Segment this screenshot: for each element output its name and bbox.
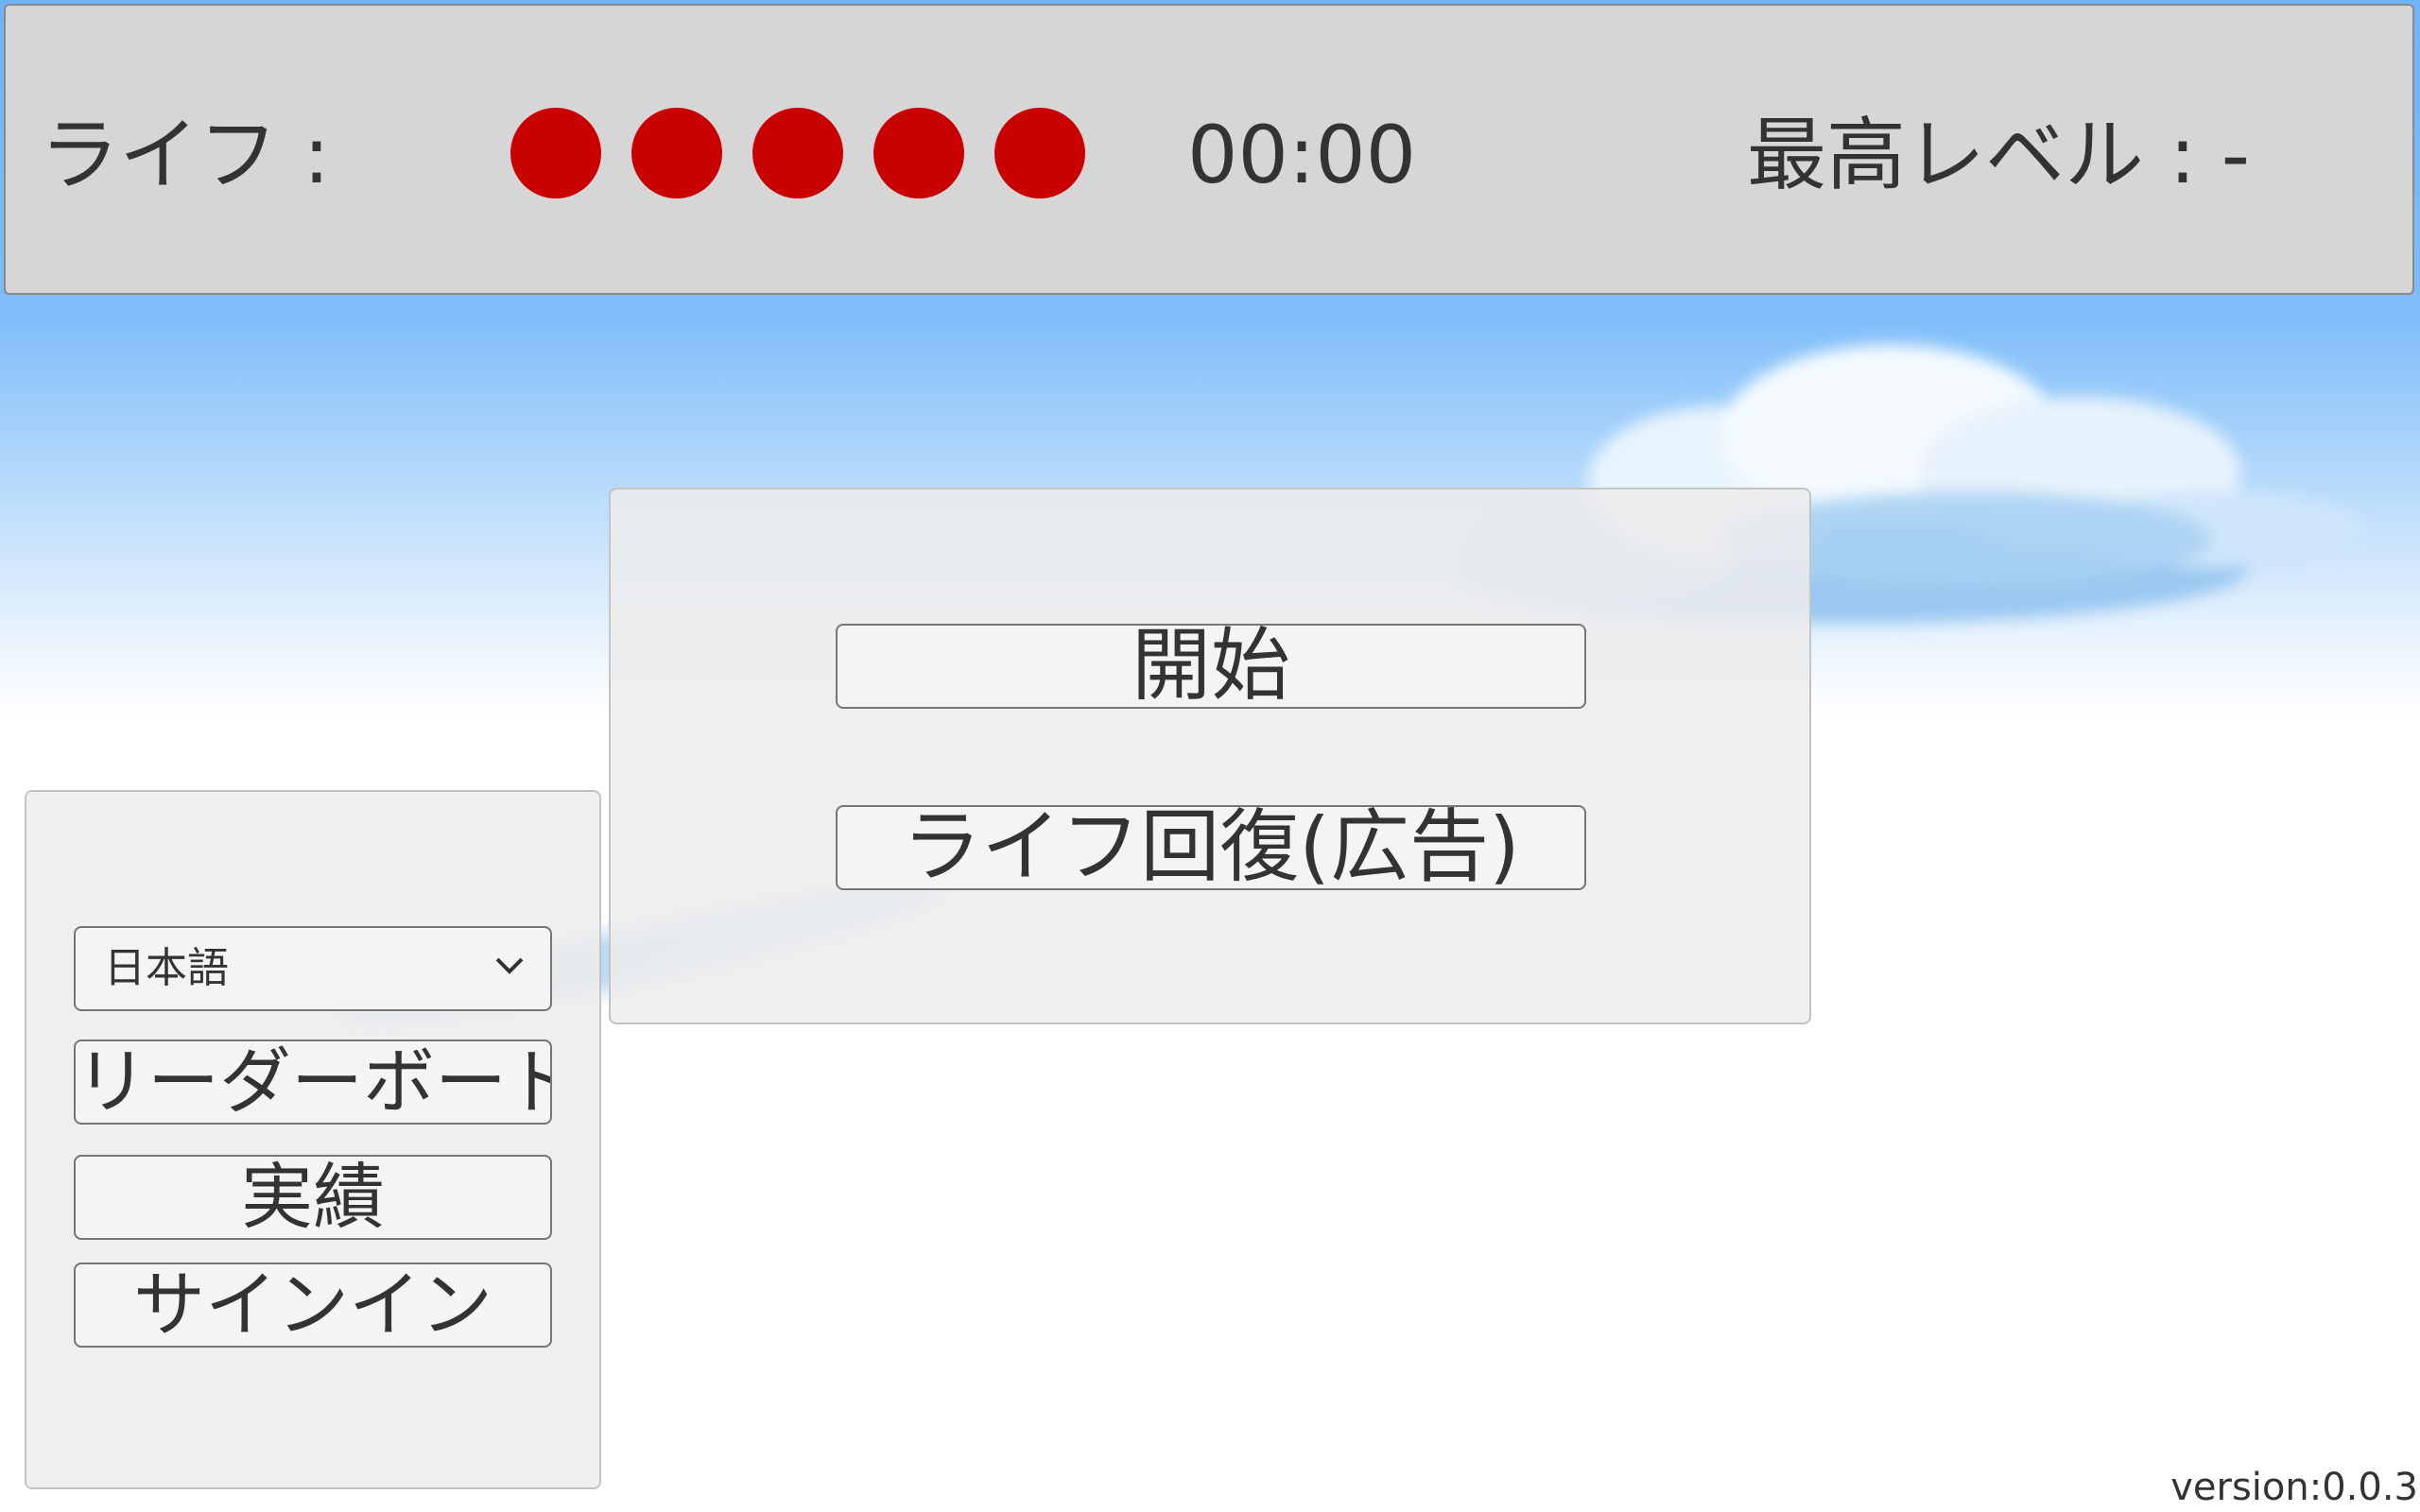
start-button[interactable]: 開始 — [836, 624, 1586, 709]
main-menu-panel: 開始 ライフ回復(広告) — [609, 488, 1811, 1024]
life-dot — [873, 108, 964, 198]
leaderboard-button[interactable]: リーダーボード — [74, 1040, 552, 1125]
life-dot — [510, 108, 601, 198]
revive-life-ad-button[interactable]: ライフ回復(広告) — [836, 805, 1586, 890]
life-dot — [631, 108, 722, 198]
life-dot — [994, 108, 1085, 198]
status-header: ライフ : 00:00 最高レベル : - — [4, 4, 2414, 295]
side-menu-panel: 日本語 リーダーボード 実績 サインイン — [25, 790, 601, 1489]
language-select-value: 日本語 — [104, 944, 229, 992]
chevron-down-icon — [495, 957, 524, 974]
life-dot — [752, 108, 843, 198]
signin-button[interactable]: サインイン — [74, 1263, 552, 1348]
life-label: ライフ : — [40, 109, 331, 201]
achievements-button[interactable]: 実績 — [74, 1155, 552, 1240]
best-level: 最高レベル : - — [1747, 109, 2251, 201]
timer: 00:00 — [1187, 109, 1417, 201]
version-label: version:0.0.3 — [2170, 1466, 2418, 1509]
language-select[interactable]: 日本語 — [74, 926, 552, 1011]
